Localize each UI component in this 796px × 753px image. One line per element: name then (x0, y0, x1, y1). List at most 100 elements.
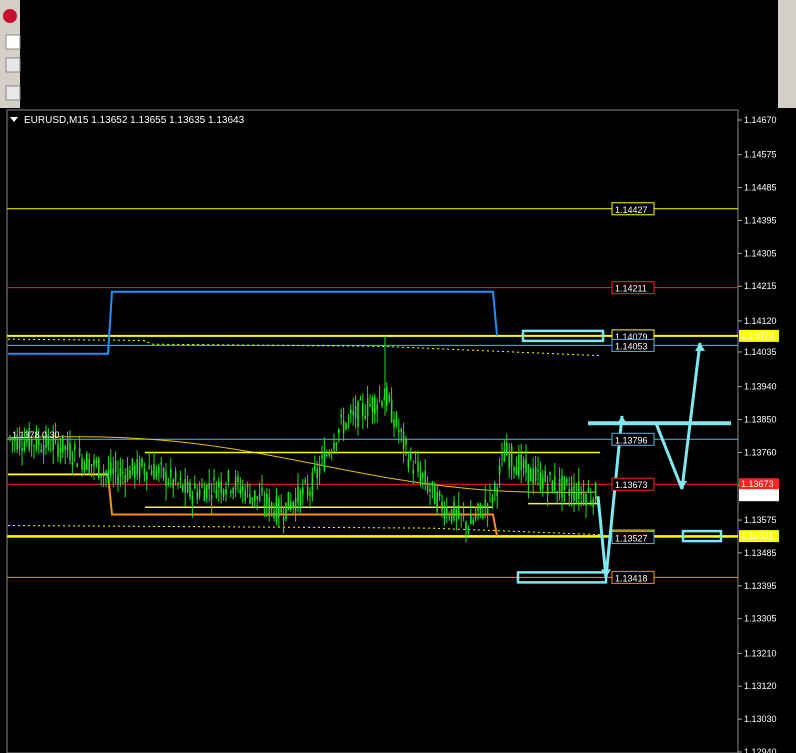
y-tick-label: 1.12940 (744, 747, 777, 753)
candle-body (414, 460, 417, 462)
candle-body (412, 469, 414, 474)
candle-body (102, 472, 105, 474)
range-boxes[interactable] (8, 290, 600, 537)
candle-body (352, 410, 354, 416)
y-tick-label: 1.13210 (744, 648, 777, 658)
candle-body (371, 397, 374, 412)
candle-body (261, 488, 263, 493)
candle-body (429, 489, 431, 492)
candle-body (62, 435, 64, 453)
forecast-arrows[interactable] (516, 329, 731, 584)
candle-body (484, 499, 486, 506)
candle-body (570, 487, 573, 498)
candle-body (304, 480, 306, 483)
candle-body (323, 451, 326, 471)
candle-body (498, 465, 501, 475)
y-tick-label: 1.13120 (744, 681, 777, 691)
candle-body (59, 448, 62, 453)
candle-body (489, 489, 491, 491)
level-label: 1.14427 (615, 205, 648, 215)
candle-body (50, 449, 52, 451)
candle-body (230, 491, 232, 493)
candle-body (177, 483, 179, 485)
candle-body (258, 493, 261, 501)
candle-body (350, 409, 352, 414)
candle-body (220, 481, 222, 494)
candle-body (448, 516, 450, 518)
blue-range-line[interactable] (8, 290, 498, 355)
candle-body (213, 477, 215, 480)
navigator-tab-icon[interactable] (5, 34, 21, 50)
item-icon[interactable] (5, 85, 21, 101)
candle-body (40, 449, 42, 452)
candle-body (342, 420, 345, 434)
candle-body (242, 486, 244, 491)
candle-body (474, 514, 477, 519)
candle-body (287, 492, 290, 511)
candle-body (462, 515, 465, 517)
candle-body (551, 481, 554, 493)
candle-body (395, 413, 398, 426)
candle-body (328, 452, 330, 456)
candle-body (578, 481, 580, 500)
candle-body (393, 419, 395, 428)
candle-body (424, 471, 426, 485)
chart-title: EURUSD,M15 1.13652 1.13655 1.13635 1.136… (24, 115, 245, 126)
navigator-icons[interactable] (3, 9, 21, 101)
candle-body (398, 430, 400, 433)
candle-body (93, 458, 95, 467)
indicator-label: 1.1378 0.30 (12, 430, 60, 440)
candle-body (330, 452, 333, 454)
candle-body (347, 416, 350, 418)
candle-body (206, 484, 208, 499)
candle-body (460, 513, 462, 515)
candle-body (234, 476, 237, 490)
candle-body (575, 494, 578, 501)
candle-body (83, 463, 86, 471)
candle-body (126, 467, 129, 480)
candle-body (273, 510, 275, 518)
candle-body (496, 487, 498, 497)
horizontal-levels[interactable] (7, 208, 738, 578)
candle-body (186, 481, 189, 493)
chart-area[interactable]: EURUSD,M15 1.13652 1.13655 1.13635 1.136… (0, 0, 796, 753)
candle-body (436, 492, 438, 512)
candle-body (386, 387, 388, 406)
y-tick-label: 1.14035 (744, 347, 777, 357)
y-tick-label: 1.13760 (744, 447, 777, 457)
level-label: 1.13796 (615, 435, 648, 445)
candle-body (467, 528, 470, 532)
candle-body (122, 471, 124, 474)
candle-body (162, 468, 165, 478)
candle-body (76, 463, 78, 468)
candle-body (443, 512, 446, 519)
candle-body (136, 458, 138, 475)
candle-body (42, 445, 45, 455)
candle-body (556, 490, 558, 494)
dropdown-icon[interactable] (10, 117, 18, 122)
candle-body (172, 479, 174, 488)
y-tick-label: 1.13030 (744, 714, 777, 724)
candle-body (486, 504, 489, 514)
candle-body (232, 487, 234, 494)
candle-body (542, 477, 544, 489)
forecast-zigzag[interactable] (654, 342, 702, 490)
level-label: 1.14053 (615, 341, 648, 351)
candle-body (316, 468, 318, 479)
y-tick-label: 1.14395 (744, 215, 777, 225)
candle-body (98, 458, 100, 479)
arrow-head-up-icon (617, 415, 627, 424)
candle-body (158, 466, 160, 473)
y-tick-label: 1.13940 (744, 382, 777, 392)
candle-body (189, 482, 191, 497)
candle-body (402, 431, 405, 449)
candle-body (129, 469, 131, 479)
candle-body (138, 460, 141, 478)
candle-body (513, 467, 515, 472)
expand-icon[interactable] (5, 57, 21, 73)
candle-body (515, 466, 518, 475)
candle-body (143, 468, 146, 475)
candle-body (244, 490, 246, 501)
candle-body (434, 483, 436, 505)
candle-body (333, 443, 335, 450)
